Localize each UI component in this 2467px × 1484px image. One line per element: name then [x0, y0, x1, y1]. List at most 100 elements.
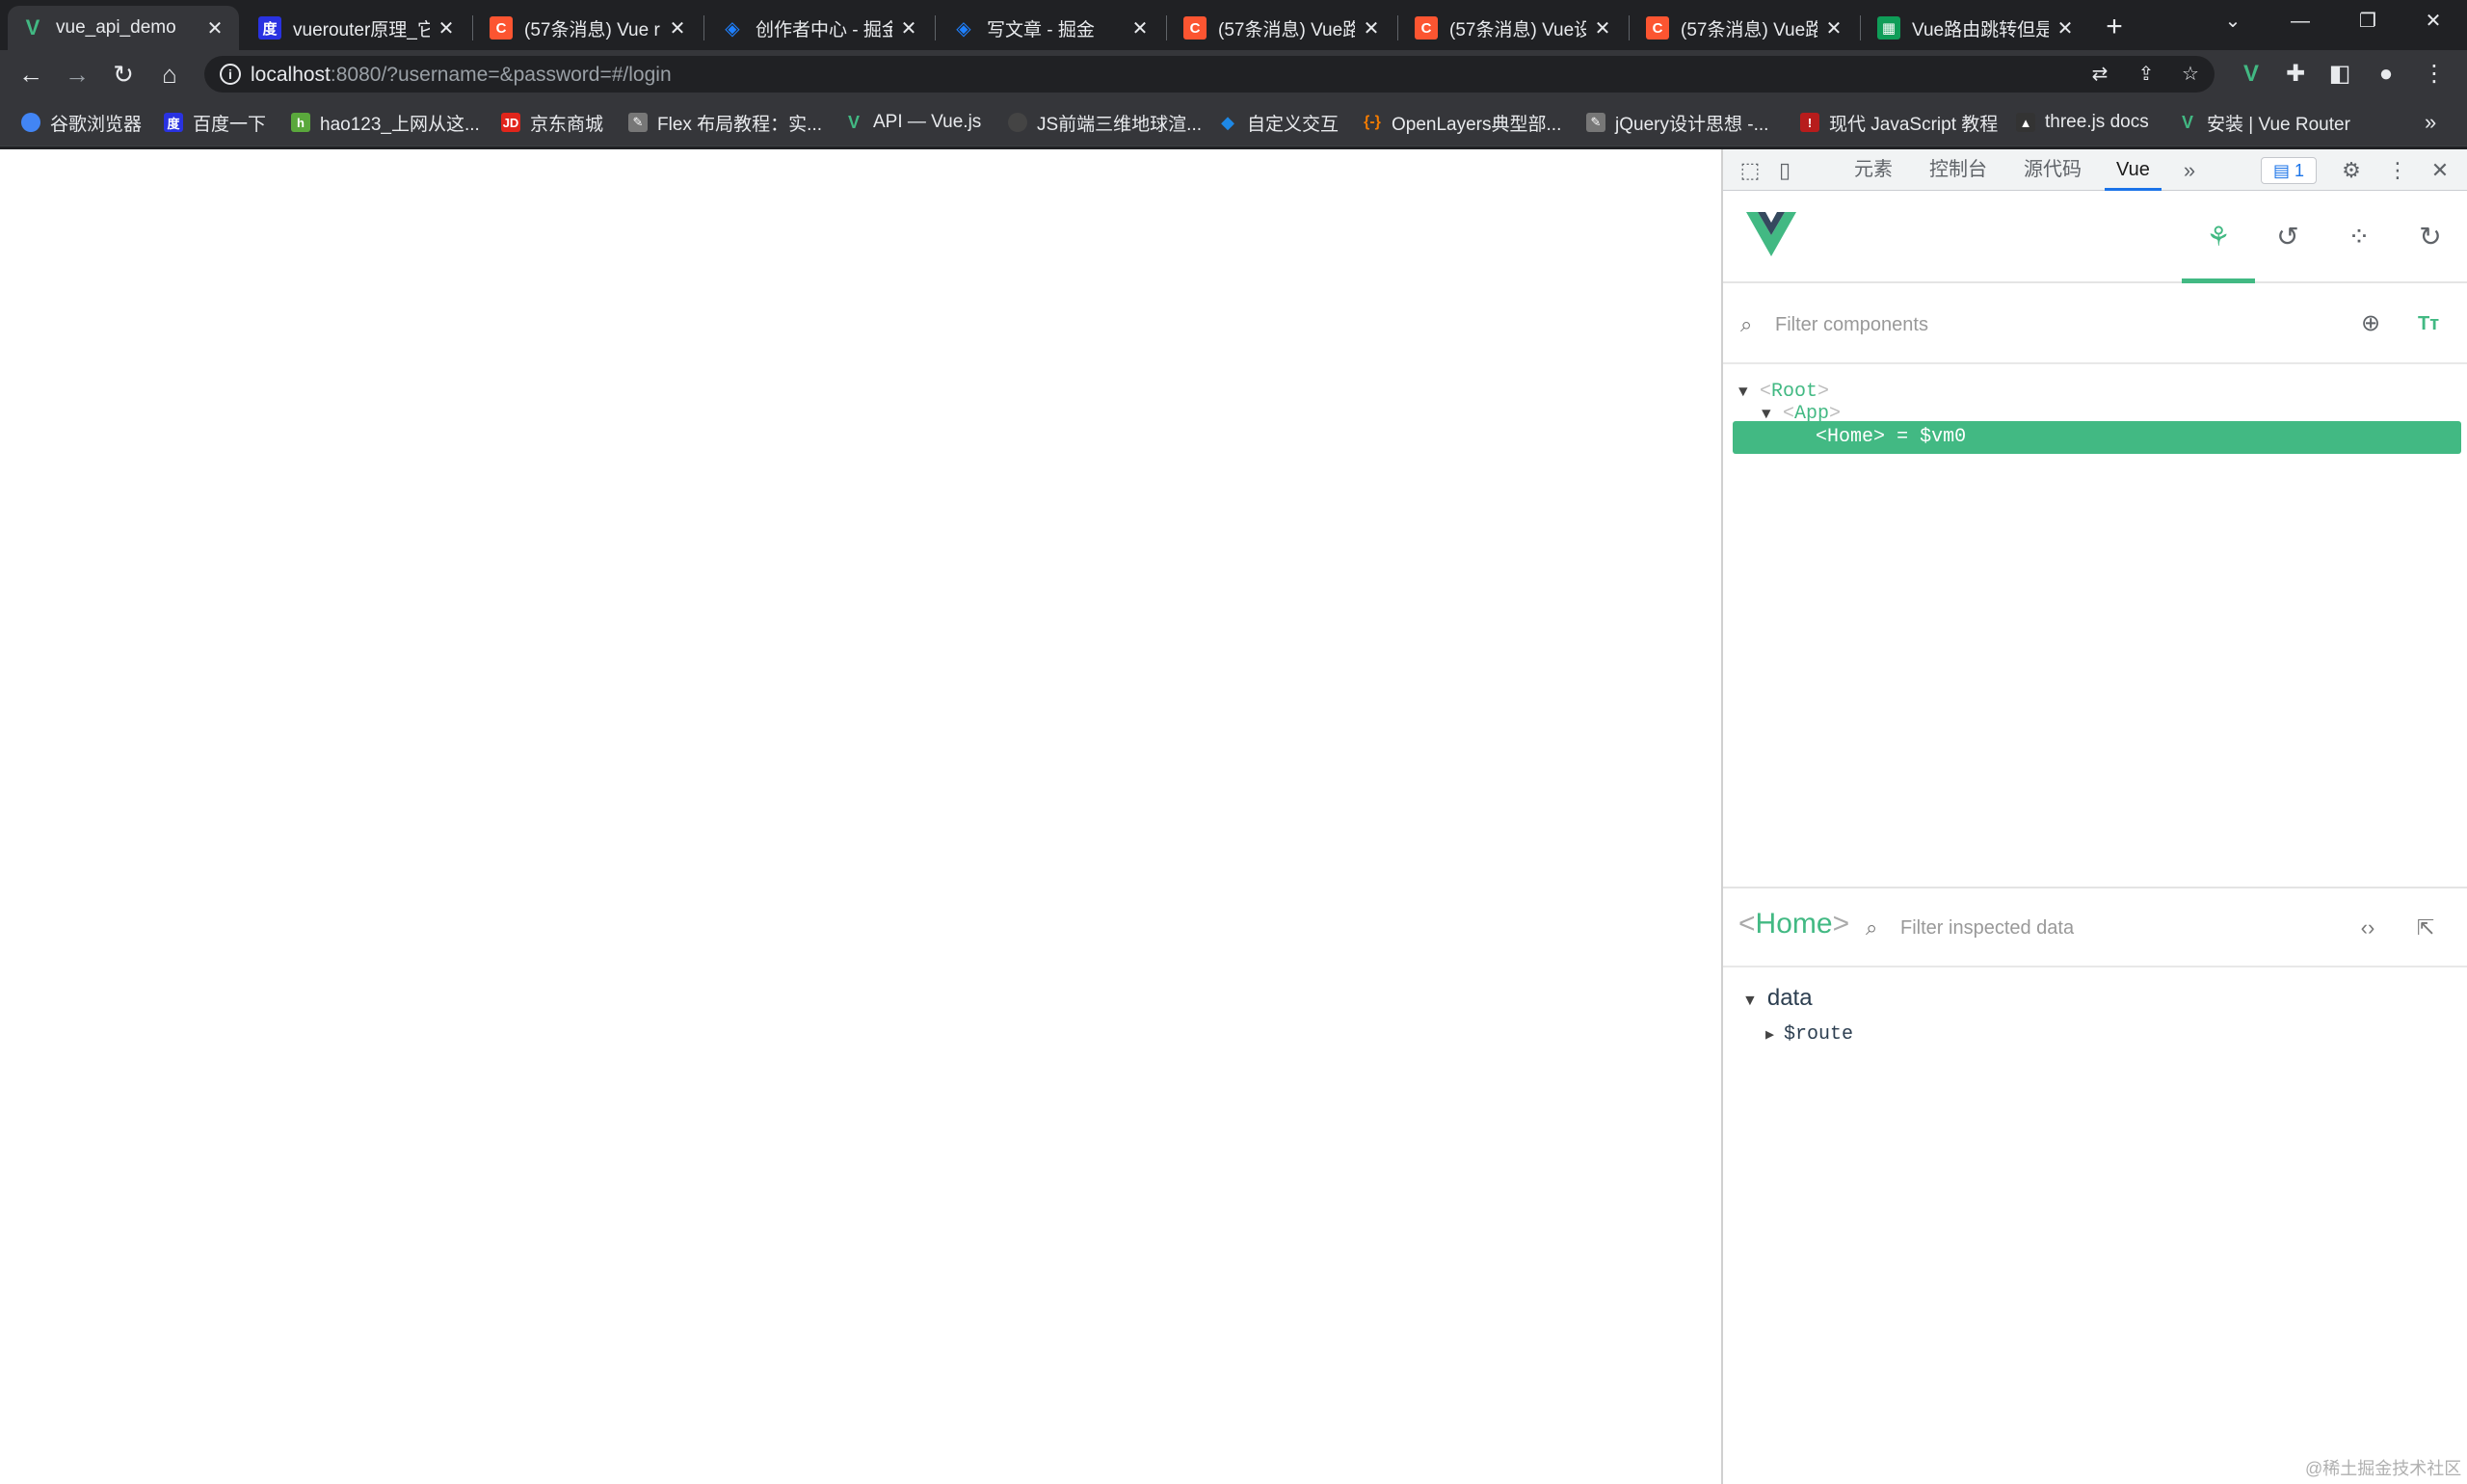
tab-csdn-2[interactable]: C (57条消息) Vue路 ✕	[1170, 6, 1395, 50]
tab-separator	[1860, 15, 1861, 40]
timeline-history-icon[interactable]: ↺	[2268, 218, 2307, 256]
devtools-menu-icon[interactable]: ⋮	[2384, 157, 2411, 184]
restore-button[interactable]: ❐	[2334, 0, 2401, 42]
settings-gear-icon[interactable]: ⚙	[2338, 157, 2365, 184]
refresh-icon[interactable]: ↻	[2411, 218, 2450, 256]
inspect-element-icon[interactable]: ⬚	[1737, 157, 1764, 184]
tab-elements[interactable]: 元素	[1854, 149, 1893, 191]
address-url[interactable]: localhost:8080/?username=&password=#/log…	[251, 64, 672, 87]
close-window-button[interactable]: ✕	[2400, 0, 2467, 42]
expand-arrow-icon[interactable]: ▼	[1738, 376, 1760, 409]
data-section-header[interactable]: ▼ data	[1742, 985, 1813, 1012]
active-tab-indicator	[2182, 278, 2255, 283]
tab-juejin-write[interactable]: ◈ 写文章 - 掘金 ✕	[939, 6, 1164, 50]
tab-console[interactable]: 控制台	[1929, 149, 1987, 191]
components-tree-icon[interactable]: ⚘	[2199, 218, 2238, 256]
bookmark-item[interactable]: 谷歌浏览器	[21, 108, 142, 137]
bookmark-item[interactable]: 度百度一下	[164, 108, 266, 137]
performance-dots-icon[interactable]: ⁘	[2340, 218, 2378, 256]
close-icon[interactable]: ✕	[2055, 16, 2076, 40]
open-in-editor-icon[interactable]: ⇱	[2409, 912, 2442, 944]
tab-title: (57条消息) Vue路	[1681, 19, 1817, 40]
expand-arrow-icon[interactable]: ▼	[1742, 993, 1758, 1009]
baidu-icon: 度	[164, 113, 183, 132]
close-devtools-icon[interactable]: ✕	[2427, 157, 2454, 184]
tab-sources[interactable]: 源代码	[2024, 149, 2082, 191]
bookmark-item[interactable]: JS前端三维地球渲...	[1008, 108, 1202, 137]
bookmark-star-icon[interactable]: ☆	[2178, 62, 2203, 87]
profile-avatar[interactable]: ●	[2369, 57, 2403, 92]
new-tab-button[interactable]: +	[2097, 10, 2132, 44]
inspect-dom-code-icon[interactable]: ‹›	[2351, 912, 2384, 944]
tab-csdn-1[interactable]: C (57条消息) Vue r ✕	[476, 6, 702, 50]
tab-juejin-creator[interactable]: ◈ 创作者中心 - 掘金 ✕	[707, 6, 933, 50]
close-icon[interactable]: ✕	[1129, 16, 1151, 40]
hao123-icon: h	[291, 113, 310, 132]
translate-icon[interactable]: ⇄	[2087, 62, 2112, 87]
more-bookmarks-icon[interactable]: »	[2425, 108, 2436, 137]
select-component-crosshair-icon[interactable]: ⊕	[2355, 308, 2386, 339]
tab-search-button[interactable]: ⌄	[2199, 0, 2267, 42]
browser-chrome: V vue_api_demo ✕ 度 vuerouter原理_它 ✕ C (57…	[0, 0, 2467, 149]
browser-toolbar: ← → ↻ ⌂ i localhost:8080/?username=&pass…	[0, 50, 2467, 98]
bookmark-label: API — Vue.js	[873, 112, 982, 132]
filter-components-input[interactable]	[1775, 308, 2315, 341]
close-icon[interactable]: ✕	[898, 16, 919, 40]
address-bar[interactable]: i localhost:8080/?username=&password=#/l…	[204, 56, 2215, 93]
close-icon[interactable]: ✕	[436, 16, 457, 40]
bookmark-label: 百度一下	[193, 114, 267, 135]
back-button[interactable]: ←	[13, 57, 48, 92]
bookmark-item[interactable]: h hao123_上网从这...	[291, 108, 480, 137]
tab-csdn-4[interactable]: C (57条消息) Vue路 ✕	[1632, 6, 1858, 50]
bookmark-item[interactable]: ✎ jQuery设计思想 -...	[1586, 108, 1768, 137]
search-icon: ⌕	[1866, 915, 1878, 940]
bookmark-item[interactable]: ▲ three.js docs	[2016, 108, 2149, 137]
tab-separator	[1397, 15, 1398, 40]
tab-vue-api-demo[interactable]: V vue_api_demo ✕	[8, 6, 239, 50]
close-icon[interactable]: ✕	[204, 16, 225, 40]
info-icon[interactable]: i	[220, 64, 241, 85]
chrome-icon	[21, 113, 40, 132]
tab-title: vue_api_demo	[56, 17, 176, 38]
device-toolbar-icon[interactable]: ▯	[1771, 157, 1798, 184]
page-content	[0, 149, 1721, 1484]
vue-devtools-extension-icon[interactable]: V	[2234, 57, 2268, 92]
home-button[interactable]: ⌂	[152, 57, 187, 92]
extensions-icon[interactable]: ✚	[2278, 57, 2313, 92]
section-label: data	[1766, 985, 1813, 1011]
tab-vue-route-jump[interactable]: ▦ Vue路由跳转但是 ✕	[1864, 6, 2089, 50]
reload-button[interactable]: ↻	[106, 57, 141, 92]
share-icon[interactable]: ⇪	[2134, 62, 2159, 87]
bookmark-item[interactable]: ! 现代 JavaScript 教程	[1800, 108, 1998, 137]
github-icon	[1008, 113, 1027, 132]
ruanyifeng-icon: ✎	[1586, 113, 1605, 132]
tree-node-home-selected[interactable]: <Home> = $vm0	[1733, 421, 2461, 454]
url-path: :8080/?username=&password=#/login	[330, 64, 672, 86]
bookmark-item[interactable]: V 安装 | Vue Router	[2178, 108, 2350, 137]
close-icon[interactable]: ✕	[667, 16, 688, 40]
filter-inspected-data-input[interactable]	[1900, 912, 2324, 944]
bookmark-label: jQuery设计思想 -...	[1615, 114, 1769, 135]
close-icon[interactable]: ✕	[1361, 16, 1382, 40]
close-icon[interactable]: ✕	[1823, 16, 1844, 40]
vue-icon: V	[2181, 112, 2193, 132]
tab-vue[interactable]: Vue	[2105, 149, 2162, 191]
tab-csdn-3[interactable]: C (57条消息) Vue设 ✕	[1401, 6, 1627, 50]
more-tabs-icon[interactable]: »	[2176, 157, 2203, 184]
data-prop-row[interactable]: ▶ $route	[1765, 1023, 1853, 1046]
side-panel-icon[interactable]: ◧	[2322, 57, 2357, 92]
bookmark-label: 京东商城	[530, 114, 604, 135]
close-icon[interactable]: ✕	[1592, 16, 1613, 40]
bookmark-item[interactable]: V API — Vue.js	[844, 108, 981, 137]
forward-button[interactable]: →	[60, 57, 94, 92]
collapse-arrow-icon[interactable]: ▶	[1765, 1027, 1774, 1044]
menu-icon[interactable]: ⋮	[2417, 57, 2452, 92]
tab-vuerouter[interactable]: 度 vuerouter原理_它 ✕	[245, 6, 470, 50]
bookmark-item[interactable]: ✎ Flex 布局教程：实...	[628, 108, 822, 137]
bookmark-item[interactable]: JD 京东商城	[501, 108, 603, 137]
bookmark-item[interactable]: {-} OpenLayers典型部...	[1363, 108, 1561, 137]
format-names-icon[interactable]: Tт	[2413, 308, 2444, 339]
bookmark-item[interactable]: ◆ 自定义交互	[1218, 108, 1339, 137]
minimize-button[interactable]: —	[2267, 0, 2334, 42]
issues-badge[interactable]: ▤ 1	[2261, 157, 2317, 184]
